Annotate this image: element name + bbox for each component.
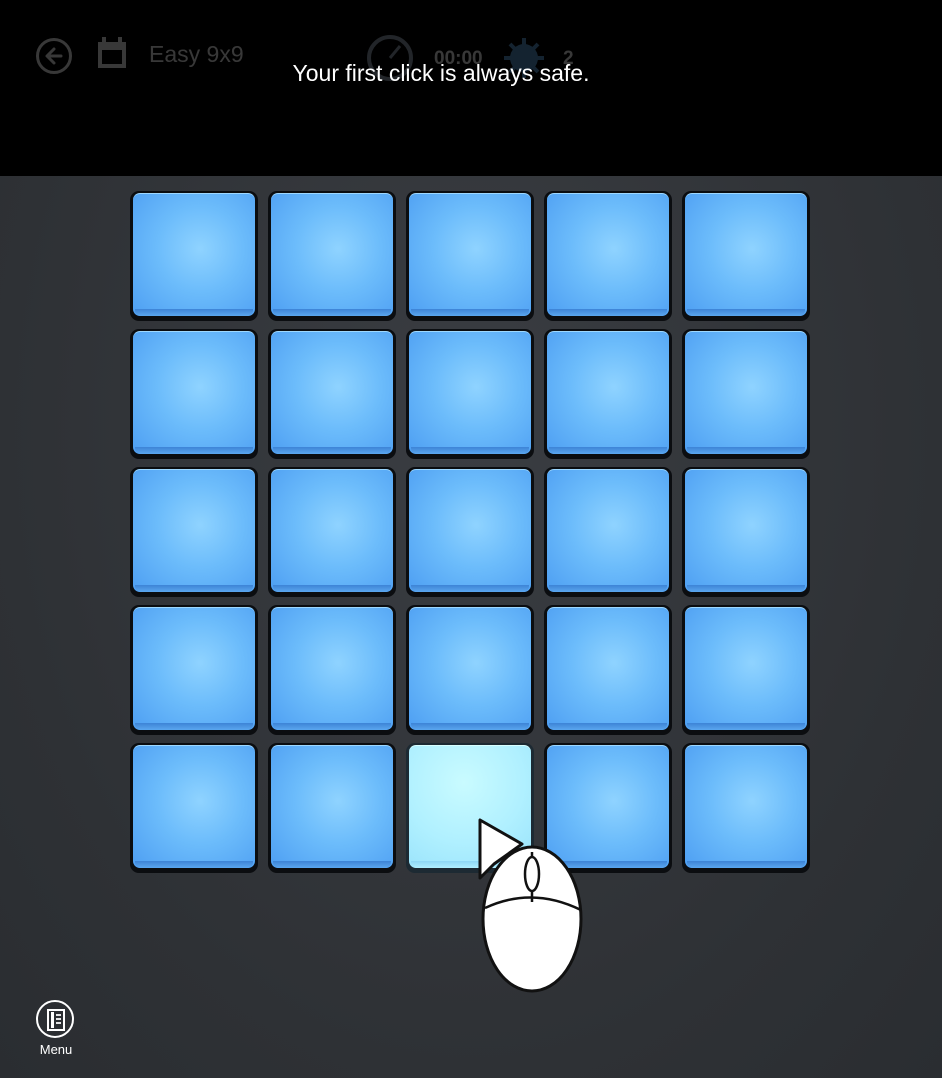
tile-face: [685, 331, 807, 454]
tile-r3-c3[interactable]: [406, 467, 534, 597]
tile-r3-c2[interactable]: [268, 467, 396, 597]
tile-r1-c3[interactable]: [406, 191, 534, 321]
menu-circle: [36, 1000, 74, 1038]
header-bar: Easy 9x9 00:00 2 Your first click is alw…: [0, 0, 942, 176]
tile-r1-c1[interactable]: [130, 191, 258, 321]
tile-face: [685, 469, 807, 592]
tile-r4-c4[interactable]: [544, 605, 672, 735]
tile-face: [133, 745, 255, 868]
tile-face: [685, 745, 807, 868]
tile-face: [133, 193, 255, 316]
tile-face: [409, 469, 531, 592]
tile-face: [547, 331, 669, 454]
menu-label: Menu: [39, 1042, 73, 1057]
tile-face: [409, 193, 531, 316]
tile-face: [133, 607, 255, 730]
tile-r2-c3[interactable]: [406, 329, 534, 459]
tutorial-message: Your first click is always safe.: [292, 60, 590, 86]
tile-r1-c4[interactable]: [544, 191, 672, 321]
tile-r1-c5[interactable]: [682, 191, 810, 321]
menu-list-icon: [47, 1009, 65, 1031]
tile-face: [271, 607, 393, 730]
tile-face: [271, 469, 393, 592]
menu-button[interactable]: Menu: [34, 998, 78, 1058]
tile-r4-c5[interactable]: [682, 605, 810, 735]
tile-r5-c5[interactable]: [682, 743, 810, 873]
tile-face: [409, 331, 531, 454]
tile-face: [409, 607, 531, 730]
tile-face: [271, 331, 393, 454]
tile-r1-c2[interactable]: [268, 191, 396, 321]
tile-face: [133, 331, 255, 454]
tile-r2-c1[interactable]: [130, 329, 258, 459]
tile-face: [685, 193, 807, 316]
tile-face: [271, 193, 393, 316]
tile-r3-c4[interactable]: [544, 467, 672, 597]
tile-face: [271, 745, 393, 868]
tile-r5-c2[interactable]: [268, 743, 396, 873]
tile-r2-c4[interactable]: [544, 329, 672, 459]
tile-r2-c2[interactable]: [268, 329, 396, 459]
tile-face: [547, 607, 669, 730]
tile-r2-c5[interactable]: [682, 329, 810, 459]
mouse-click-icon: [478, 818, 583, 993]
tile-r3-c1[interactable]: [130, 467, 258, 597]
tile-r4-c2[interactable]: [268, 605, 396, 735]
tile-r4-c3[interactable]: [406, 605, 534, 735]
tile-face: [133, 469, 255, 592]
tile-r4-c1[interactable]: [130, 605, 258, 735]
tile-face: [547, 193, 669, 316]
tile-face: [547, 469, 669, 592]
tile-r3-c5[interactable]: [682, 467, 810, 597]
tile-face: [685, 607, 807, 730]
minefield-board: [130, 191, 814, 877]
tile-r5-c1[interactable]: [130, 743, 258, 873]
